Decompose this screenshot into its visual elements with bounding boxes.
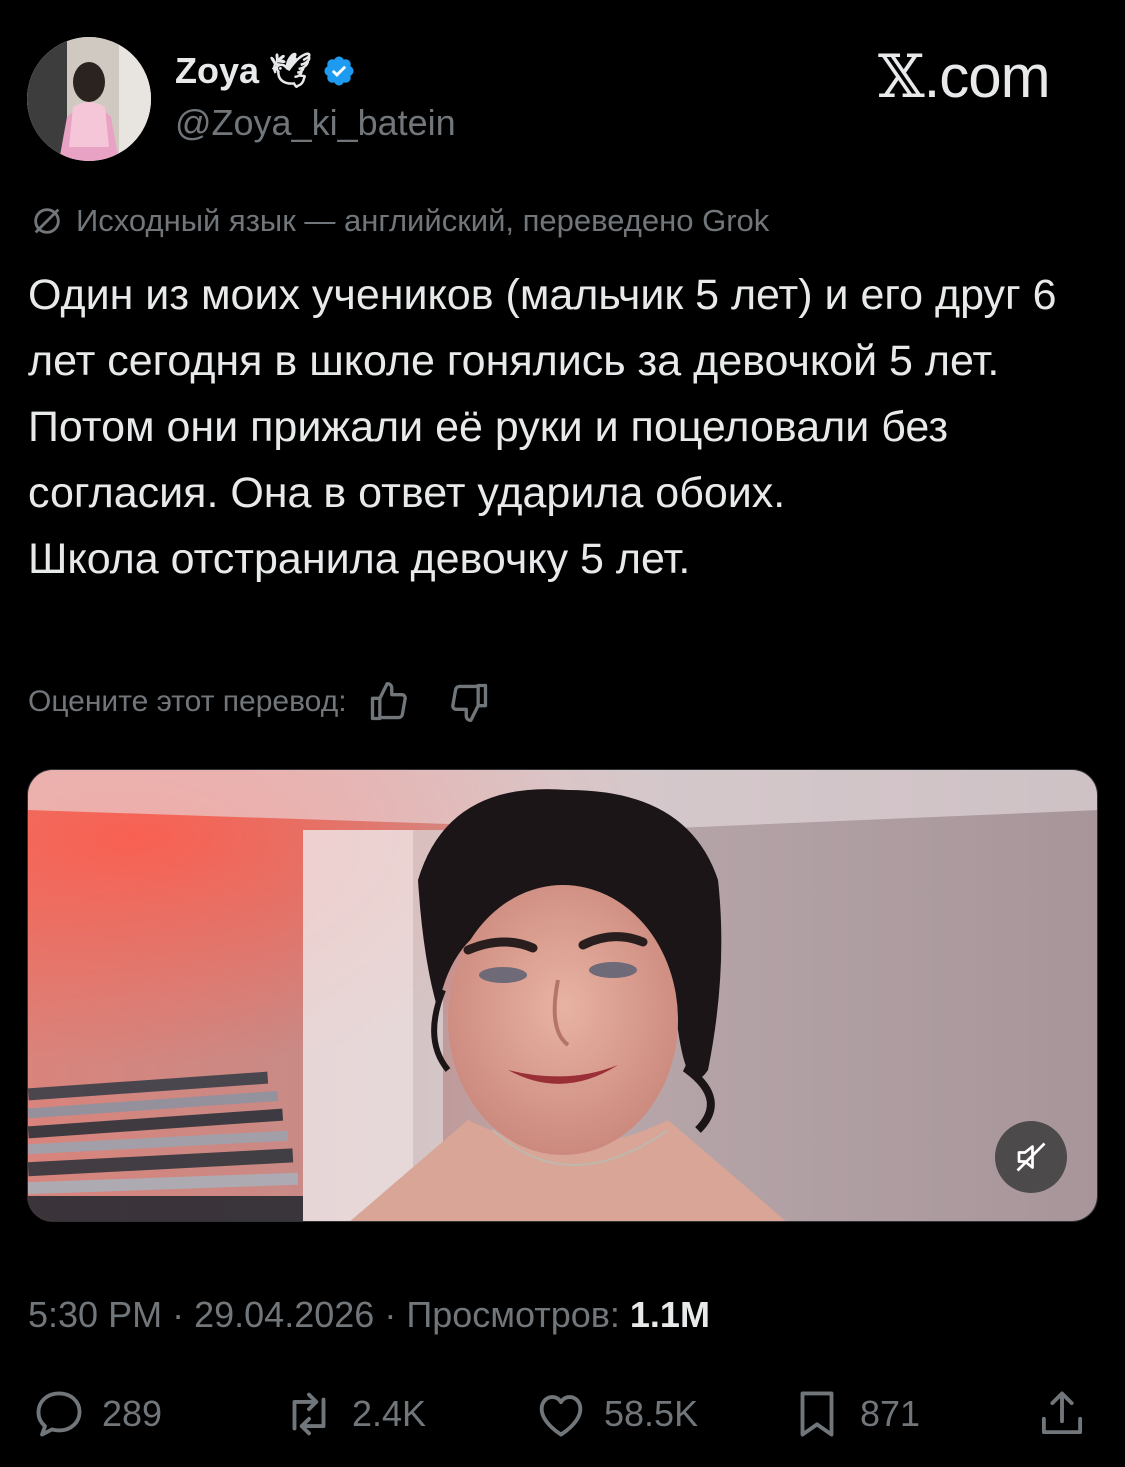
repost-icon [292, 1392, 326, 1436]
thumbs-down-icon[interactable] [447, 680, 491, 724]
tweet-paragraph: Школа отстранила девочку 5 лет. [28, 535, 691, 583]
like-button[interactable]: 58.5K [532, 1385, 698, 1443]
x-logo-letter: 𝕏 [878, 42, 925, 112]
xcom-suffix: .com [923, 43, 1051, 110]
reply-button[interactable]: 289 [30, 1385, 162, 1443]
reply-icon [36, 1391, 82, 1437]
author-handle[interactable]: @Zoya_ki_batein [175, 102, 456, 144]
xcom-watermark: 𝕏.com [878, 42, 1051, 112]
translation-notice-text: Исходный язык — английский, переведено G… [76, 203, 770, 238]
rate-translation: Оцените этот перевод: [28, 680, 491, 724]
mute-toggle-button[interactable] [995, 1121, 1067, 1193]
repost-count: 2.4K [352, 1393, 427, 1434]
author-name-row: Zoya 🕊 [175, 50, 356, 92]
tweet-paragraph: Один из моих учеников (мальчик 5 лет) и … [28, 271, 1057, 517]
tweet-time[interactable]: 5:30 PM [28, 1294, 162, 1335]
thumbs-up-icon[interactable] [367, 680, 411, 724]
bookmark-count: 871 [860, 1393, 921, 1434]
views-count: 1.1M [629, 1294, 710, 1335]
translate-off-icon [34, 208, 60, 234]
meta-separator: · [384, 1294, 397, 1335]
verified-badge-icon [324, 56, 354, 86]
avatar[interactable] [27, 37, 151, 161]
bookmark-icon [800, 1391, 834, 1437]
action-bar: 289 2.4K 58.5K 871 [30, 1385, 1095, 1445]
share-icon [1041, 1391, 1083, 1435]
rate-translation-label: Оцените этот перевод: [28, 685, 347, 718]
repost-button[interactable]: 2.4K [280, 1385, 426, 1443]
dove-emoji-icon: 🕊 [269, 52, 313, 90]
heart-icon [539, 1395, 583, 1437]
video-player[interactable] [27, 769, 1098, 1222]
translation-notice[interactable]: Исходный язык — английский, переведено G… [30, 203, 769, 239]
tweet-date[interactable]: 29.04.2026 [194, 1294, 374, 1335]
tweet-text: Один из моих учеников (мальчик 5 лет) и … [28, 262, 1103, 592]
like-count: 58.5K [604, 1393, 699, 1434]
display-name[interactable]: Zoya [175, 50, 259, 92]
views-label: Просмотров: [406, 1294, 620, 1335]
avatar-image [27, 37, 151, 161]
reply-count: 289 [102, 1393, 163, 1434]
video-frame [28, 770, 1097, 1221]
meta-separator: · [172, 1294, 185, 1335]
bookmark-button[interactable]: 871 [788, 1385, 920, 1443]
tweet-meta: 5:30 PM · 29.04.2026 · Просмотров: 1.1M [28, 1294, 710, 1336]
share-button[interactable] [1033, 1385, 1091, 1443]
muted-speaker-icon [1016, 1142, 1046, 1172]
